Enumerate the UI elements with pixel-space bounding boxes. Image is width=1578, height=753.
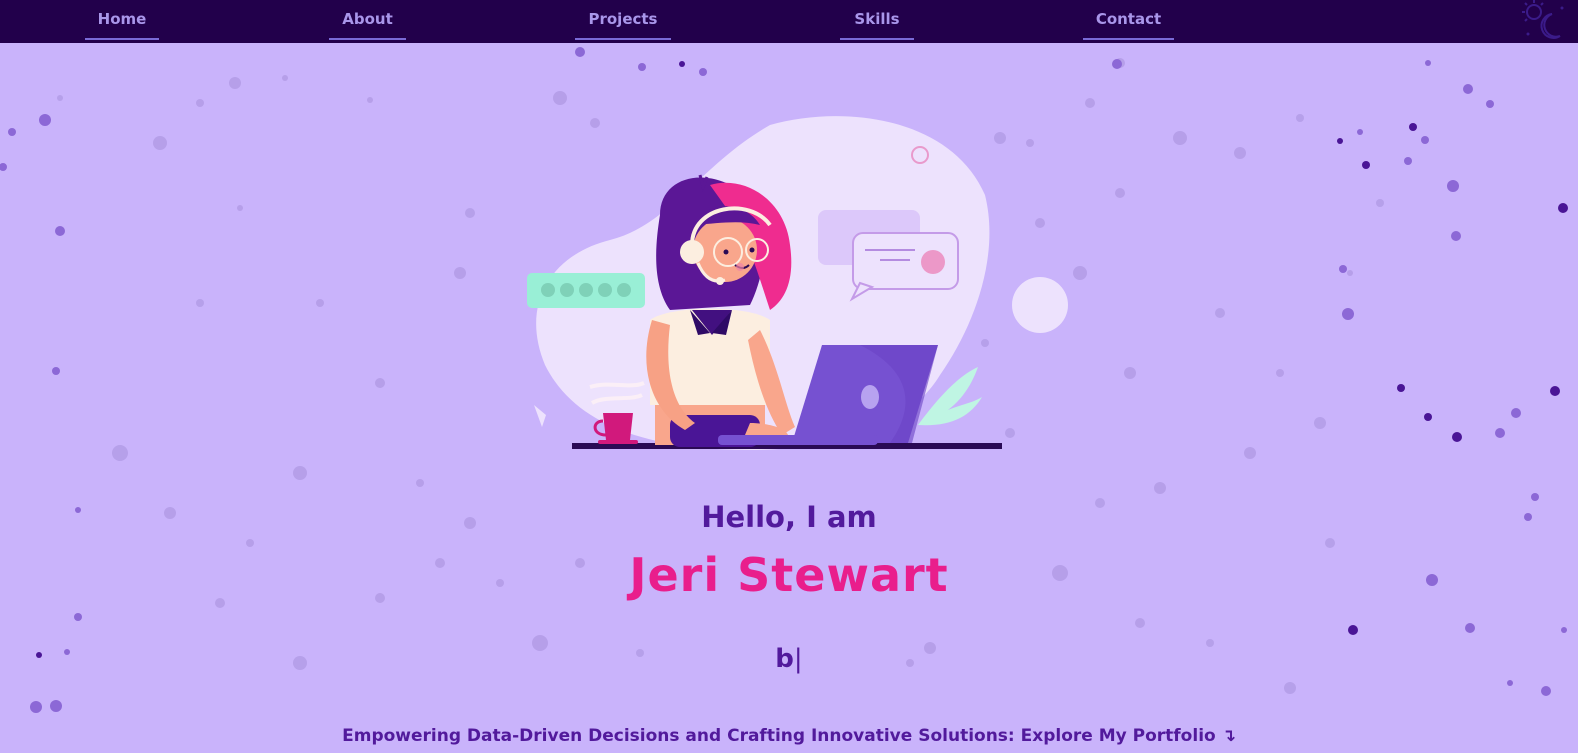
greeting-heading: Hello, I am: [701, 500, 877, 534]
typed-role-text: b|: [0, 644, 1578, 674]
top-navbar: Home About Projects Skills Contact: [0, 0, 1578, 43]
hero-illustration: [527, 116, 1068, 450]
nav-home-link[interactable]: Home: [85, 0, 159, 40]
tagline-link[interactable]: Empowering Data-Driven Decisions and Cra…: [0, 726, 1578, 746]
typed-text: b: [775, 644, 794, 674]
nav-contact-link[interactable]: Contact: [1083, 0, 1174, 40]
nav-skills-link[interactable]: Skills: [840, 0, 914, 40]
nav-projects-link[interactable]: Projects: [575, 0, 671, 40]
nav-about-link[interactable]: About: [329, 0, 406, 40]
arrow-down-right-icon: ↴: [1221, 726, 1236, 746]
tagline-text: Empowering Data-Driven Decisions and Cra…: [342, 726, 1216, 746]
typing-cursor: |: [793, 644, 803, 674]
name-heading: Jeri Stewart: [629, 548, 949, 602]
sun-moon-icon[interactable]: [1514, 0, 1570, 43]
